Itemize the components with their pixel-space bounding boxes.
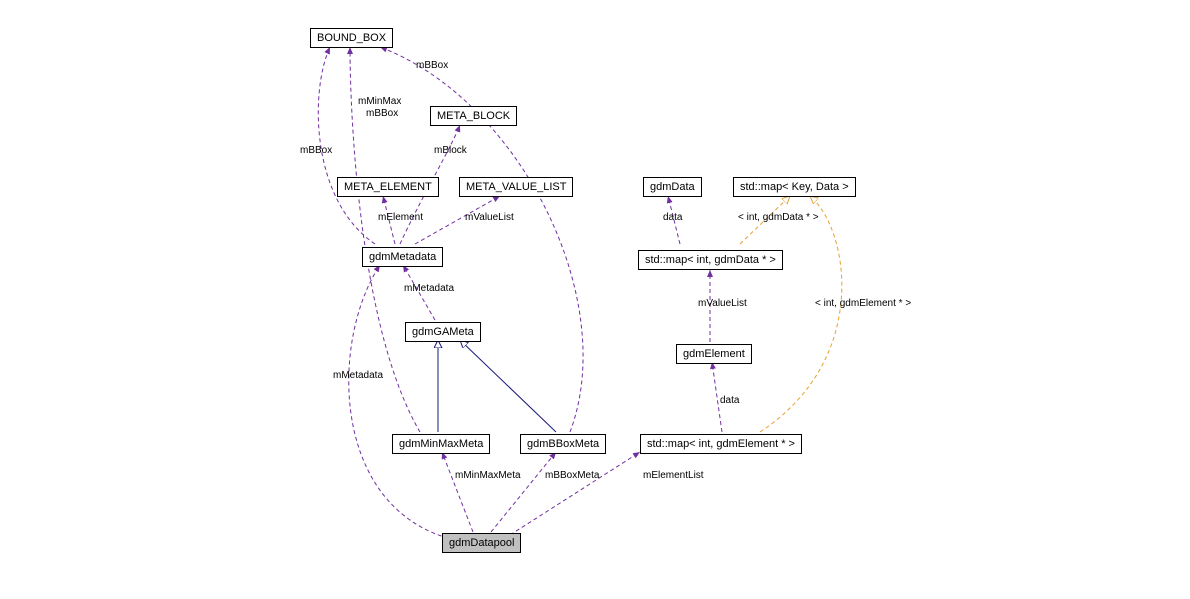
- label-mbbox-under: mBBox: [366, 108, 398, 119]
- label-int-gdmelement: < int, gdmElement * >: [815, 298, 911, 309]
- node-std-map-int-data[interactable]: std::map< int, gdmData * >: [638, 250, 783, 270]
- label-mbbox-top: mBBox: [416, 60, 448, 71]
- node-gdmelement[interactable]: gdmElement: [676, 344, 752, 364]
- node-gdmmetadata[interactable]: gdmMetadata: [362, 247, 443, 267]
- node-std-map-key[interactable]: std::map< Key, Data >: [733, 177, 856, 197]
- node-meta-element[interactable]: META_ELEMENT: [337, 177, 439, 197]
- node-gdmdatapool[interactable]: gdmDatapool: [442, 533, 521, 553]
- node-gdmbboxmeta[interactable]: gdmBBoxMeta: [520, 434, 606, 454]
- label-melement: mElement: [378, 212, 423, 223]
- label-mminmaxmeta: mMinMaxMeta: [455, 470, 521, 481]
- node-gdmgameta[interactable]: gdmGAMeta: [405, 322, 481, 342]
- node-meta-block[interactable]: META_BLOCK: [430, 106, 517, 126]
- label-mbboxmeta: mBBoxMeta: [545, 470, 599, 481]
- label-mminmax: mMinMax: [358, 96, 401, 107]
- node-gdmminmaxmeta[interactable]: gdmMinMaxMeta: [392, 434, 490, 454]
- label-mmetadata1: mMetadata: [404, 283, 454, 294]
- label-data-top: data: [663, 212, 682, 223]
- label-mbbox-left: mBBox: [300, 145, 332, 156]
- node-bound-box[interactable]: BOUND_BOX: [310, 28, 393, 48]
- label-mvaluelist: mValueList: [465, 212, 514, 223]
- label-data2: data: [720, 395, 739, 406]
- label-mmetadata2: mMetadata: [333, 370, 383, 381]
- node-gdmdata[interactable]: gdmData: [643, 177, 702, 197]
- label-mblock: mBlock: [434, 145, 467, 156]
- label-melementlist: mElementList: [643, 470, 704, 481]
- node-std-map-int-elem[interactable]: std::map< int, gdmElement * >: [640, 434, 802, 454]
- label-mvaluelist2: mValueList: [698, 298, 747, 309]
- label-int-gdmdata: < int, gdmData * >: [738, 212, 819, 223]
- node-meta-value-list[interactable]: META_VALUE_LIST: [459, 177, 573, 197]
